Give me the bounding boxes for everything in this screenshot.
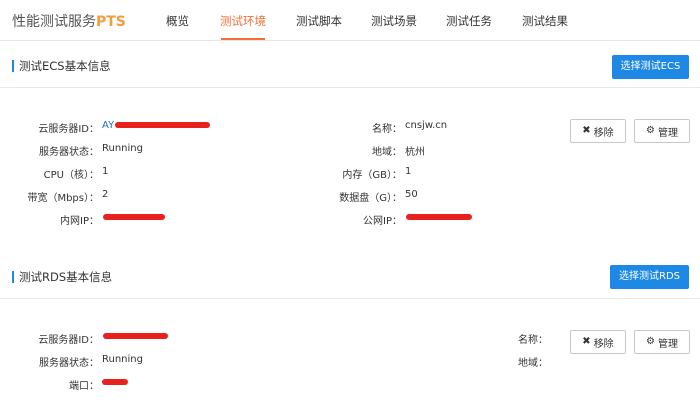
ecs-disk-value: 50 — [405, 189, 418, 200]
ecs-region-value: 杭州 — [405, 147, 425, 158]
tab-test-scenarios[interactable]: 测试场景 — [371, 13, 417, 29]
brand-title: 性能测试服务PTS — [12, 11, 126, 31]
ecs-private-ip-label: 内网IP： — [60, 216, 99, 227]
redaction-mark — [103, 333, 168, 339]
ecs-server-id-label: 云服务器ID： — [38, 124, 99, 135]
ecs-memory-label: 内存（GB）： — [342, 170, 402, 181]
ecs-manage-label: 管理 — [657, 127, 678, 139]
top-nav: 性能测试服务PTS 概览 测试环境 测试脚本 测试场景 测试任务 测试结果 — [0, 0, 700, 41]
ecs-public-ip-label: 公网IP： — [363, 216, 402, 227]
ecs-memory-value: 1 — [405, 166, 412, 177]
rds-manage-button[interactable]: ⚙ 管理 — [634, 330, 690, 354]
section-accent-bar — [12, 271, 14, 283]
rds-server-id-label: 云服务器ID： — [38, 335, 99, 346]
section-accent-bar — [12, 60, 14, 72]
rds-port-label: 端口： — [69, 381, 99, 392]
ecs-name-value: cnsjw.cn — [405, 120, 448, 131]
rds-section-header: 测试RDS基本信息 — [0, 255, 700, 299]
gear-icon: ⚙ — [646, 125, 655, 136]
ecs-region-label: 地域： — [372, 147, 402, 158]
ecs-name-label: 名称： — [372, 124, 402, 135]
tab-test-scripts[interactable]: 测试脚本 — [296, 13, 342, 29]
redaction-mark — [406, 214, 472, 220]
redaction-mark — [103, 214, 165, 220]
redaction-mark — [115, 122, 210, 128]
tab-test-environment[interactable]: 测试环境 — [220, 13, 266, 29]
select-ecs-button[interactable]: 选择测试ECS — [612, 55, 689, 79]
ecs-section-title: 测试ECS基本信息 — [19, 59, 111, 73]
close-icon: ✖ — [582, 125, 591, 136]
brand-name: 性能测试服务 — [12, 14, 96, 30]
ecs-remove-button[interactable]: ✖ 移除 — [570, 119, 626, 143]
rds-status-label: 服务器状态： — [39, 358, 99, 369]
rds-name-label: 名称： — [518, 335, 548, 346]
ecs-disk-label: 数据盘（G）： — [339, 193, 402, 204]
ecs-server-id-value[interactable]: AY — [102, 120, 114, 131]
ecs-bandwidth-label: 带宽（Mbps）： — [27, 193, 99, 204]
rds-status-value: Running — [102, 354, 143, 365]
close-icon: ✖ — [582, 336, 591, 347]
rds-remove-button[interactable]: ✖ 移除 — [570, 330, 626, 354]
rds-section-title: 测试RDS基本信息 — [19, 270, 113, 284]
ecs-remove-label: 移除 — [593, 127, 614, 139]
rds-manage-label: 管理 — [657, 338, 678, 350]
tab-test-tasks[interactable]: 测试任务 — [446, 13, 492, 29]
ecs-section-header: 测试ECS基本信息 — [0, 44, 700, 88]
gear-icon: ⚙ — [646, 336, 655, 347]
ecs-bandwidth-value: 2 — [102, 189, 109, 200]
brand-accent: PTS — [96, 14, 126, 30]
ecs-cpu-value: 1 — [102, 166, 109, 177]
ecs-status-label: 服务器状态： — [39, 147, 99, 158]
tab-test-results[interactable]: 测试结果 — [522, 13, 568, 29]
redaction-mark — [102, 379, 128, 385]
tab-overview[interactable]: 概览 — [166, 13, 189, 29]
ecs-cpu-label: CPU（核）： — [43, 170, 99, 181]
ecs-manage-button[interactable]: ⚙ 管理 — [634, 119, 690, 143]
ecs-status-value: Running — [102, 143, 143, 154]
select-rds-button[interactable]: 选择测试RDS — [610, 265, 689, 289]
rds-region-label: 地域： — [518, 358, 548, 369]
active-tab-indicator — [221, 38, 265, 40]
rds-remove-label: 移除 — [593, 338, 614, 350]
